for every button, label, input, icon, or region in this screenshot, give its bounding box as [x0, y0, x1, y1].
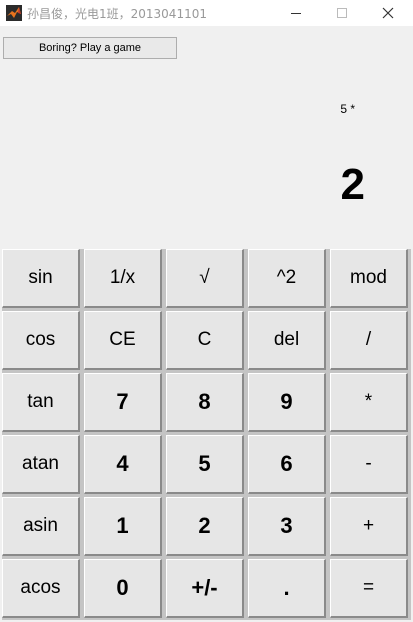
digit-1-key[interactable]: 1 — [84, 497, 162, 556]
close-button[interactable] — [365, 0, 411, 26]
tan-key[interactable]: tan — [2, 373, 80, 432]
add-key[interactable]: + — [330, 497, 408, 556]
clear-key[interactable]: C — [166, 311, 244, 370]
decimal-point-key[interactable]: . — [248, 559, 326, 618]
title-bar[interactable]: 孙昌俊，光电1班，2013041101 — [0, 0, 413, 26]
maximize-icon — [337, 8, 347, 18]
acos-key[interactable]: acos — [2, 559, 80, 618]
square-key[interactable]: ^2 — [248, 249, 326, 308]
minimize-button[interactable] — [273, 0, 319, 26]
digit-7-key[interactable]: 7 — [84, 373, 162, 432]
maximize-button[interactable] — [319, 0, 365, 26]
digit-5-key[interactable]: 5 — [166, 435, 244, 494]
sqrt-key[interactable]: √ — [166, 249, 244, 308]
keypad: sin 1/x √ ^2 mod cos CE Cdel / tan 7 8 9 * atan 4 5 6- asi… — [2, 249, 411, 620]
sin-key[interactable]: sin — [2, 249, 80, 308]
digit-2-key[interactable]: 2 — [166, 497, 244, 556]
digit-4-key[interactable]: 4 — [84, 435, 162, 494]
divide-key[interactable]: / — [330, 311, 408, 370]
equals-key[interactable]: = — [330, 559, 408, 618]
multiply-key[interactable]: * — [330, 373, 408, 432]
mod-key[interactable]: mod — [330, 249, 408, 308]
digit-0-key[interactable]: 0 — [84, 559, 162, 618]
close-icon — [382, 7, 394, 19]
calculator-window: 孙昌俊，光电1班，2013041101 Boring? Play a game … — [0, 0, 413, 622]
minimize-icon — [291, 13, 301, 14]
digit-8-key[interactable]: 8 — [166, 373, 244, 432]
clear-entry-key[interactable]: CE — [84, 311, 162, 370]
reciprocal-key[interactable]: 1/x — [84, 249, 162, 308]
negate-key[interactable]: +/- — [166, 559, 244, 618]
digit-9-key[interactable]: 9 — [248, 373, 326, 432]
cos-key[interactable]: cos — [2, 311, 80, 370]
digit-6-key[interactable]: 6 — [248, 435, 326, 494]
result-display: 2 — [340, 160, 365, 209]
matlab-logo-icon — [6, 5, 22, 21]
play-game-button[interactable]: Boring? Play a game — [3, 37, 177, 59]
expression-display: 5 * — [340, 102, 355, 116]
window-title: 孙昌俊，光电1班，2013041101 — [27, 7, 207, 21]
delete-key[interactable]: del — [248, 311, 326, 370]
subtract-key[interactable]: - — [330, 435, 408, 494]
digit-3-key[interactable]: 3 — [248, 497, 326, 556]
asin-key[interactable]: asin — [2, 497, 80, 556]
atan-key[interactable]: atan — [2, 435, 80, 494]
